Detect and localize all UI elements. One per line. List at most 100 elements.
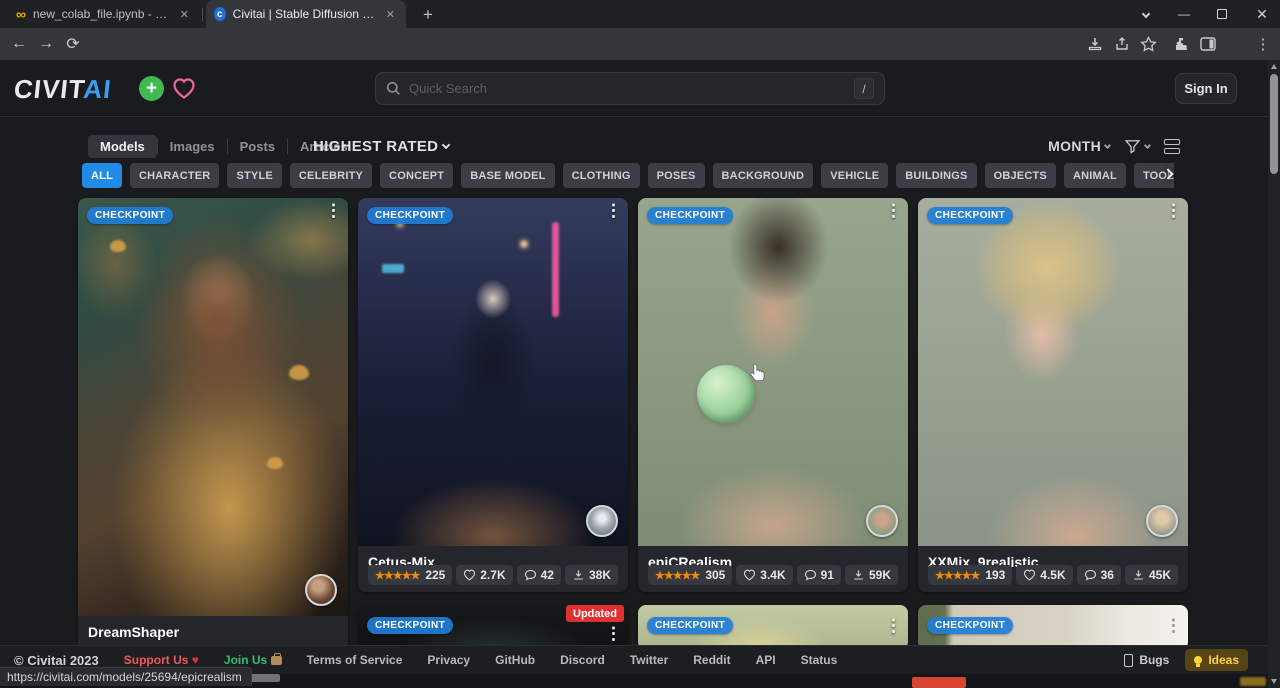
card-menu-dots-icon[interactable]: ⋮ bbox=[605, 625, 622, 644]
tab-posts[interactable]: Posts bbox=[228, 135, 287, 158]
model-card-dreamshaper[interactable]: CHECKPOINT ⋮ DreamShaper bbox=[78, 198, 348, 658]
lightbulb-icon bbox=[1194, 656, 1202, 664]
minimize-button[interactable]: — bbox=[1166, 0, 1202, 28]
model-card-epicrealism[interactable]: CHECKPOINT ⋮ epiCRealism ★★★★★ 305 3.4K bbox=[638, 198, 908, 592]
rating-pill: ★★★★★ 225 bbox=[368, 565, 452, 585]
add-button[interactable]: + bbox=[139, 76, 164, 101]
comments-pill: 42 bbox=[517, 565, 561, 585]
download-icon bbox=[852, 569, 865, 581]
footer-link-privacy[interactable]: Privacy bbox=[427, 653, 470, 667]
category-chip-poses[interactable]: POSES bbox=[648, 163, 705, 188]
footer-link-api[interactable]: API bbox=[756, 653, 776, 667]
category-chip-celebrity[interactable]: CELEBRITY bbox=[290, 163, 372, 188]
tab-search-chevron-icon[interactable] bbox=[1128, 0, 1164, 28]
model-card-partial[interactable]: CHECKPOINT ⋮ bbox=[638, 605, 908, 650]
card-menu-dots-icon[interactable]: ⋮ bbox=[605, 202, 622, 221]
category-chip-animal[interactable]: ANIMAL bbox=[1064, 163, 1126, 188]
tab-models[interactable]: Models bbox=[88, 135, 157, 158]
sort-dropdown[interactable]: HIGHEST RATED bbox=[313, 133, 449, 159]
site-header: CIVITAI + / Sign In bbox=[0, 60, 1280, 117]
chips-scroll-next-icon[interactable] bbox=[1164, 166, 1178, 184]
creator-avatar[interactable] bbox=[1146, 505, 1178, 537]
footer-link-reddit[interactable]: Reddit bbox=[693, 653, 730, 667]
forward-button[interactable]: → bbox=[33, 32, 59, 56]
ideas-button[interactable]: Ideas bbox=[1185, 649, 1248, 671]
star-rating-icons: ★★★★★ bbox=[375, 569, 419, 582]
search-input[interactable] bbox=[409, 81, 846, 96]
period-dropdown[interactable]: MONTH bbox=[1048, 138, 1110, 154]
new-tab-button[interactable]: + bbox=[416, 3, 440, 27]
download-icon bbox=[572, 569, 585, 581]
card-menu-dots-icon[interactable]: ⋮ bbox=[325, 202, 342, 221]
creator-avatar[interactable] bbox=[586, 505, 618, 537]
creator-avatar[interactable] bbox=[866, 505, 898, 537]
scroll-down-arrow[interactable] bbox=[1271, 679, 1277, 684]
checkpoint-badge: CHECKPOINT bbox=[367, 617, 453, 634]
scrollbar-thumb[interactable] bbox=[1270, 74, 1278, 174]
sign-in-button[interactable]: Sign In bbox=[1175, 73, 1237, 104]
comments-count: 91 bbox=[821, 568, 834, 582]
close-window-button[interactable]: ✕ bbox=[1244, 0, 1280, 28]
model-card-partial[interactable]: CHECKPOINT ⋮ bbox=[918, 605, 1188, 650]
category-chip-vehicle[interactable]: VEHICLE bbox=[821, 163, 888, 188]
model-card-image: CHECKPOINT ⋮ bbox=[638, 605, 908, 650]
footer-link-status[interactable]: Status bbox=[801, 653, 838, 667]
checkpoint-badge: CHECKPOINT bbox=[87, 207, 173, 224]
category-chip-base-model[interactable]: BASE MODEL bbox=[461, 163, 554, 188]
category-chip-concept[interactable]: CONCEPT bbox=[380, 163, 453, 188]
rating-count: 225 bbox=[425, 568, 445, 582]
browser-tab-colab[interactable]: ∞ new_colab_file.ipynb - Colaborat ✕ bbox=[8, 0, 200, 28]
category-chip-all[interactable]: ALL bbox=[82, 163, 122, 188]
checkpoint-badge: CHECKPOINT bbox=[927, 617, 1013, 634]
card-menu-dots-icon[interactable]: ⋮ bbox=[1165, 617, 1182, 636]
creator-avatar[interactable] bbox=[305, 574, 337, 606]
card-menu-dots-icon[interactable]: ⋮ bbox=[885, 202, 902, 221]
maximize-button[interactable] bbox=[1204, 0, 1240, 28]
quick-search-box[interactable]: / bbox=[375, 72, 885, 105]
tab-close-icon[interactable]: ✕ bbox=[383, 7, 398, 22]
rating-count: 193 bbox=[985, 568, 1005, 582]
civitai-logo[interactable]: CIVITAI bbox=[12, 74, 113, 105]
browser-menu-dots-icon[interactable]: ⋮ bbox=[1252, 34, 1274, 54]
category-chip-style[interactable]: STYLE bbox=[227, 163, 281, 188]
comment-icon bbox=[804, 569, 817, 581]
tab-close-icon[interactable]: ✕ bbox=[177, 7, 192, 22]
category-chip-objects[interactable]: OBJECTS bbox=[985, 163, 1056, 188]
civitai-favicon: c bbox=[214, 7, 226, 21]
tab-images[interactable]: Images bbox=[158, 135, 227, 158]
browser-tab-civitai[interactable]: c Civitai | Stable Diffusion models, ✕ bbox=[206, 0, 406, 28]
bookmark-star-icon[interactable] bbox=[1137, 34, 1159, 54]
layout-toggle-icon[interactable] bbox=[1164, 139, 1180, 154]
category-chip-character[interactable]: CHARACTER bbox=[130, 163, 219, 188]
model-card-partial[interactable]: CHECKPOINT Updated ⋮ bbox=[358, 605, 628, 650]
back-button[interactable]: ← bbox=[6, 32, 32, 56]
card-menu-dots-icon[interactable]: ⋮ bbox=[885, 617, 902, 636]
heart-icon: ♥ bbox=[192, 653, 199, 667]
extensions-puzzle-icon[interactable] bbox=[1170, 34, 1192, 54]
footer-link-twitter[interactable]: Twitter bbox=[630, 653, 668, 667]
page-scrollbar[interactable] bbox=[1268, 60, 1280, 688]
favorites-heart-icon[interactable] bbox=[171, 76, 197, 101]
category-chip-buildings[interactable]: BUILDINGS bbox=[896, 163, 976, 188]
save-page-icon[interactable] bbox=[1084, 34, 1106, 54]
footer-link-github[interactable]: GitHub bbox=[495, 653, 535, 667]
category-chip-background[interactable]: BACKGROUND bbox=[713, 163, 814, 188]
footer-link-support-us[interactable]: Support Us ♥ bbox=[124, 653, 199, 667]
footer-link-join-us[interactable]: Join Us bbox=[224, 653, 282, 667]
bug-icon bbox=[1124, 654, 1133, 667]
star-rating-icons: ★★★★★ bbox=[935, 569, 979, 582]
colab-icon: ∞ bbox=[16, 7, 26, 21]
model-card-xxmix-9realistic[interactable]: CHECKPOINT ⋮ XXMix_9realistic ★★★★★ 193 … bbox=[918, 198, 1188, 592]
category-chip-clothing[interactable]: CLOTHING bbox=[563, 163, 640, 188]
share-icon[interactable] bbox=[1111, 34, 1133, 54]
filter-dropdown[interactable] bbox=[1124, 138, 1150, 155]
footer-link-discord[interactable]: Discord bbox=[560, 653, 605, 667]
reload-button[interactable]: ⟳ bbox=[60, 32, 86, 56]
scroll-up-arrow[interactable] bbox=[1271, 64, 1277, 69]
footer-link-terms[interactable]: Terms of Service bbox=[307, 653, 403, 667]
bugs-button[interactable]: Bugs bbox=[1124, 653, 1169, 667]
model-card-image: CHECKPOINT ⋮ bbox=[918, 198, 1188, 546]
side-panel-icon[interactable] bbox=[1197, 34, 1219, 54]
model-card-cetus-mix[interactable]: CHECKPOINT ⋮ Cetus-Mix ★★★★★ 225 2.7K bbox=[358, 198, 628, 592]
card-menu-dots-icon[interactable]: ⋮ bbox=[1165, 202, 1182, 221]
